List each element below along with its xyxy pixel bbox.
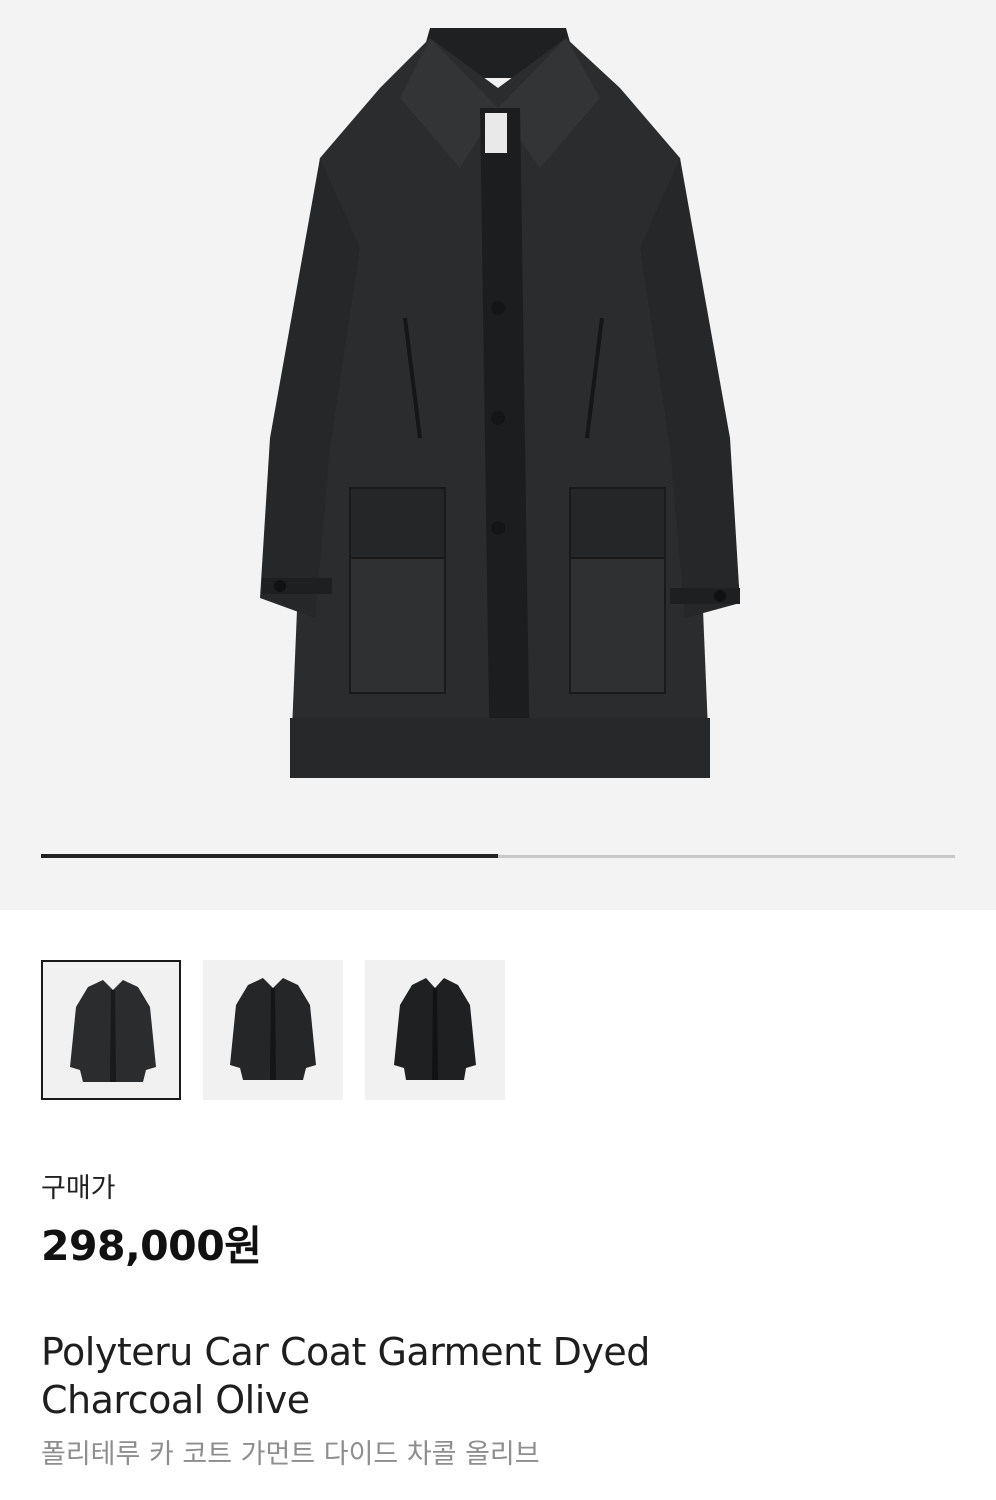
gallery-progress-fill: [41, 854, 498, 858]
coat-thumbnail-icon: [230, 978, 316, 1080]
thumbnail-3[interactable]: [365, 960, 505, 1100]
gallery-progress-bar: [41, 854, 955, 858]
product-name-korean: 폴리테루 카 코트 가먼트 다이드 차콜 올리브: [41, 1439, 540, 1470]
coat-product-image[interactable]: [230, 18, 766, 798]
thumbnail-1[interactable]: [41, 960, 181, 1100]
product-price: 298,000원: [41, 1222, 262, 1270]
coat-thumbnail-icon: [394, 978, 476, 1080]
thumbnail-2[interactable]: [203, 960, 343, 1100]
coat-thumbnail-icon: [70, 980, 156, 1082]
price-label: 구매가: [41, 1173, 116, 1204]
product-image-gallery[interactable]: [0, 0, 996, 910]
product-name-english: Polyteru Car Coat Garment Dyed Charcoal …: [41, 1330, 650, 1422]
